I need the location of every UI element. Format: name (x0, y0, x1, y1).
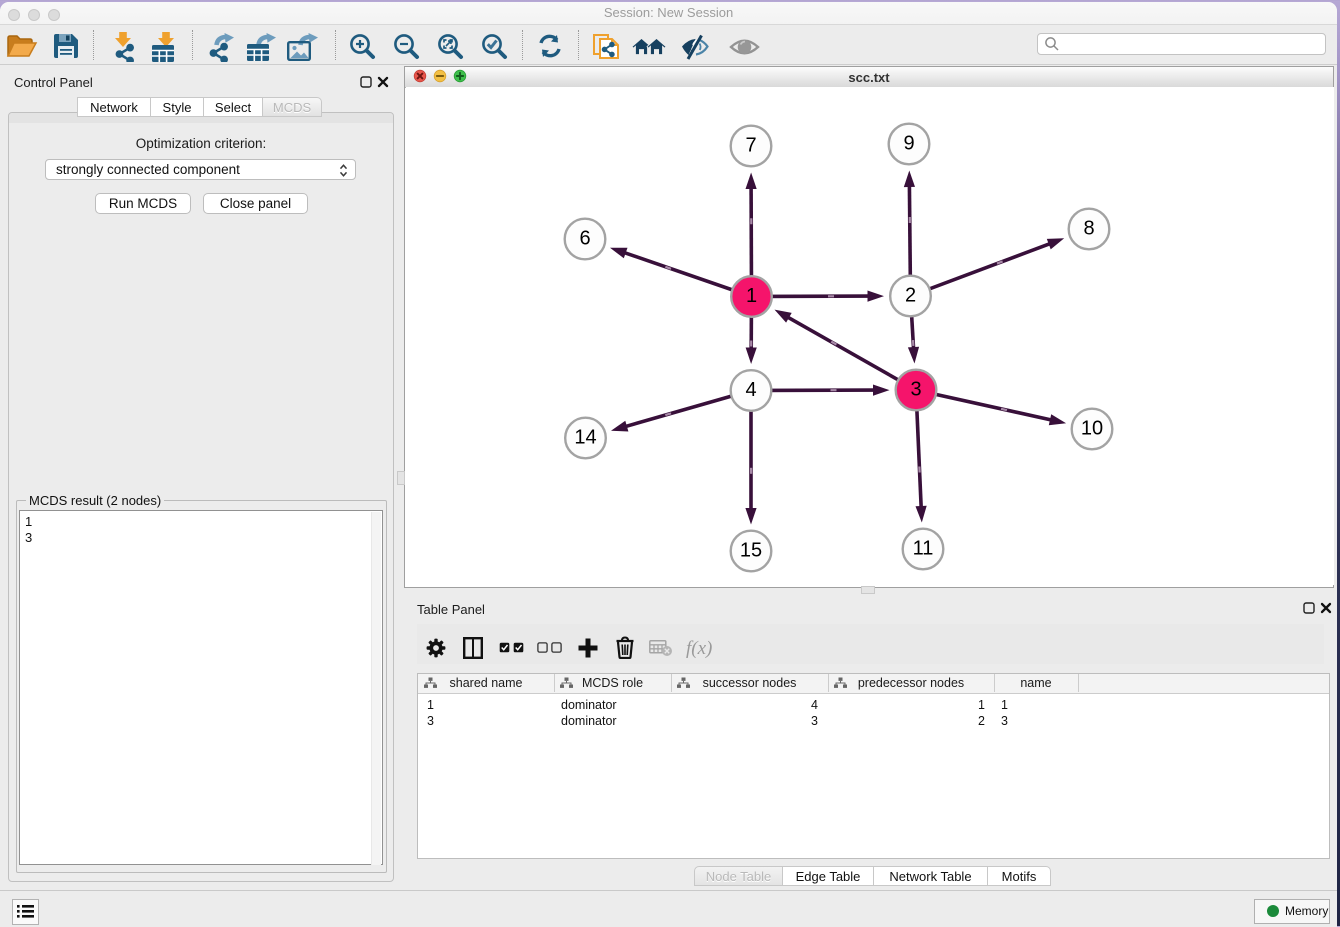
svg-text:14: 14 (574, 427, 596, 449)
svg-text:1: 1 (746, 285, 757, 307)
svg-text:3: 3 (910, 379, 921, 401)
svg-text:2: 2 (905, 285, 916, 307)
svg-text:15: 15 (740, 540, 762, 562)
svg-text:11: 11 (913, 538, 934, 560)
svg-text:10: 10 (1081, 418, 1103, 440)
svg-text:9: 9 (903, 133, 914, 155)
svg-text:8: 8 (1083, 218, 1094, 240)
svg-text:4: 4 (745, 379, 756, 401)
svg-text:7: 7 (745, 135, 756, 157)
svg-text:6: 6 (579, 228, 590, 250)
svg-text:f(x): f(x) (686, 638, 712, 659)
